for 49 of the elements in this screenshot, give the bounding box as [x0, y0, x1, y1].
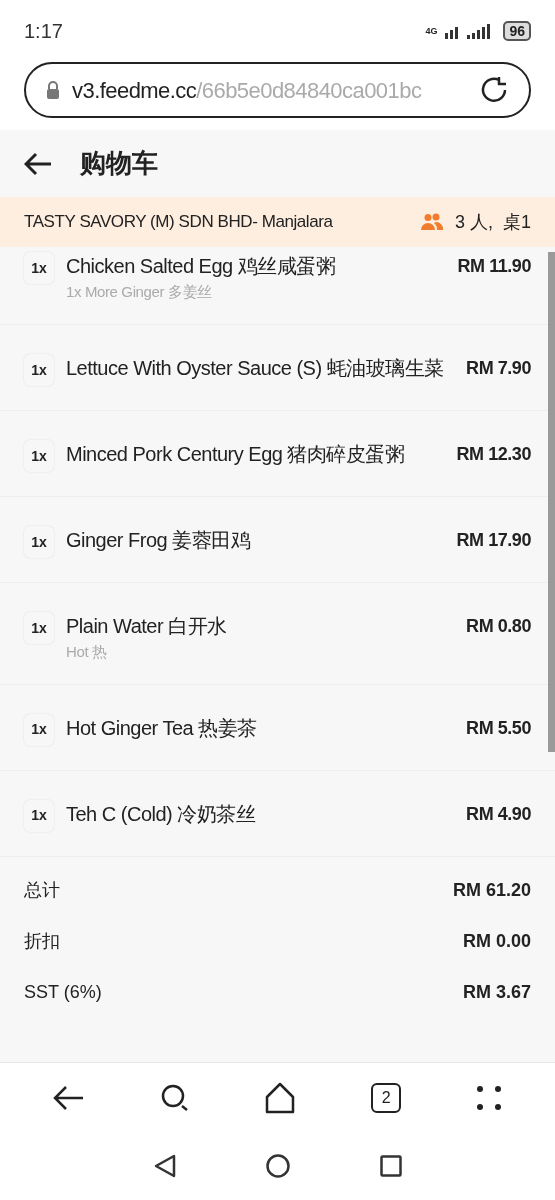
summary-value: RM 61.20 [452, 878, 531, 902]
item-name: Minced Pork Century Egg 猪肉碎皮蛋粥 [66, 442, 406, 467]
item-note: Hot 热 [66, 642, 108, 662]
home-circle-icon[interactable] [265, 1154, 290, 1178]
network-label: 4G [425, 26, 438, 36]
people-icon [420, 213, 443, 231]
summary-value: RM 0.00 [462, 929, 531, 953]
clock: 1:17 [24, 19, 63, 44]
item-price: RM 0.80 [466, 615, 531, 638]
summary-label: SST (6%) [24, 980, 102, 1004]
page-title: 购物车 [80, 147, 158, 180]
item-price: RM 12.30 [456, 443, 531, 466]
item-price: RM 4.90 [466, 802, 531, 826]
quantity-badge: 1x [24, 713, 54, 746]
item-note: 1x More Ginger 多姜丝 [66, 282, 213, 302]
menu-icon[interactable] [475, 1084, 502, 1111]
quantity-badge: 1x [24, 440, 54, 472]
quantity-badge: 1x [24, 526, 54, 558]
quantity-badge: 1x [24, 612, 54, 644]
item-price: RM 17.90 [456, 529, 531, 552]
item-price: RM 11.90 [457, 255, 531, 278]
lock-icon [46, 81, 60, 99]
store-name: TASTY SAVORY (M) SDN BHD- Manjalara [24, 211, 333, 234]
url-text: v3.feedme.cc/66b5e0d84840ca001bc [72, 76, 423, 105]
item-price: RM 7.90 [466, 357, 531, 380]
item-name: Ginger Frog 姜蓉田鸡 [66, 528, 252, 553]
summary-value: RM 3.67 [462, 980, 531, 1004]
quantity-badge: 1x [24, 252, 54, 284]
home-icon[interactable] [264, 1081, 297, 1114]
quantity-badge: 1x [24, 354, 54, 386]
tabs-button[interactable]: 2 [371, 1082, 402, 1113]
item-name: Chicken Salted Egg 鸡丝咸蛋粥 [66, 254, 337, 279]
reload-icon[interactable] [479, 75, 509, 105]
party-info: 3 人, 桌1 [454, 210, 531, 234]
back-icon[interactable] [53, 1084, 86, 1111]
back-arrow-icon[interactable] [24, 151, 52, 176]
item-name: Hot Ginger Tea 热姜茶 [66, 715, 258, 741]
item-price: RM 5.50 [466, 716, 531, 740]
search-icon[interactable] [159, 1082, 190, 1113]
back-triangle-icon[interactable] [153, 1154, 176, 1178]
item-name: Plain Water 白开水 [66, 614, 228, 639]
item-name: Lettuce With Oyster Sauce (S) 蚝油玻璃生菜 [66, 356, 445, 381]
summary-label: 总计 [24, 878, 60, 902]
quantity-badge: 1x [24, 799, 54, 832]
url-field[interactable]: v3.feedme.cc/66b5e0d84840ca001bc [24, 62, 531, 118]
item-name: Teh C (Cold) 冷奶茶丝 [66, 801, 257, 827]
recents-square-icon[interactable] [379, 1155, 402, 1177]
battery-indicator: 96 [503, 21, 531, 41]
summary-label: 折扣 [24, 929, 60, 953]
